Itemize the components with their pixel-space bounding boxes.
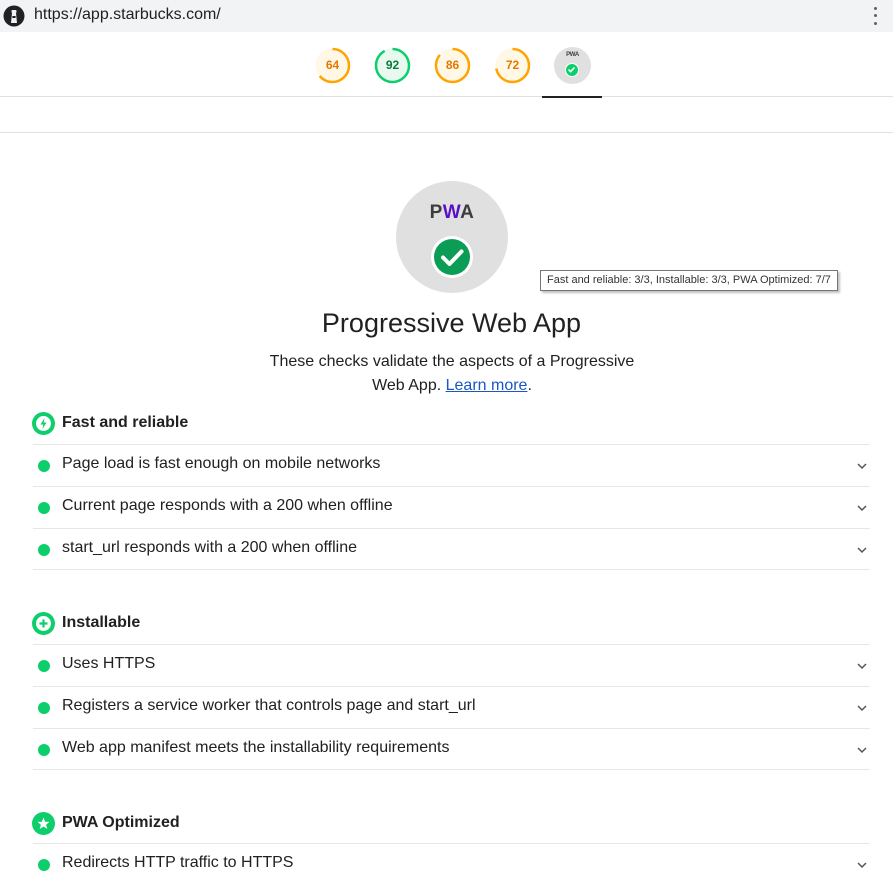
audit-row[interactable]: Current page responds with a 200 when of… — [33, 486, 870, 528]
kebab-menu-icon[interactable] — [871, 5, 879, 27]
group-fast-and-reliable: Fast and reliable — [32, 411, 188, 435]
audit-label: Uses HTTPS — [62, 655, 156, 672]
pass-indicator — [38, 744, 50, 756]
category-description: These checks validate the aspects of a P… — [262, 350, 642, 398]
chevron-down-icon[interactable] — [856, 544, 868, 556]
chevron-down-icon[interactable] — [856, 859, 868, 871]
pass-indicator — [38, 660, 50, 672]
gauge-score: 92 — [385, 58, 400, 72]
audit-row[interactable]: Registers a service worker that controls… — [33, 686, 870, 728]
audit-row[interactable]: Redirects HTTP traffic to HTTPS — [33, 843, 870, 884]
pass-indicator — [38, 544, 50, 556]
pwa-mini-text: PWA — [566, 52, 579, 58]
pass-indicator — [38, 502, 50, 514]
group-installable: Installable — [32, 611, 140, 635]
chevron-down-icon[interactable] — [856, 702, 868, 714]
plus-icon — [32, 611, 55, 635]
audit-row[interactable]: Web app manifest meets the installabilit… — [33, 728, 870, 770]
pwa-badge: PWA — [396, 181, 508, 293]
star-icon — [32, 811, 55, 835]
audit-row[interactable]: Uses HTTPS — [33, 644, 870, 686]
audit-label: Web app manifest meets the installabilit… — [62, 739, 450, 756]
group-title: Fast and reliable — [62, 414, 189, 431]
best-practices-gauge[interactable]: 86 — [434, 47, 471, 84]
selected-tab-indicator — [542, 96, 602, 98]
audit-label: start_url responds with a 200 when offli… — [62, 539, 357, 556]
chevron-down-icon[interactable] — [856, 660, 868, 672]
seo-gauge[interactable]: 72 — [494, 47, 531, 84]
audit-label: Redirects HTTP traffic to HTTPS — [62, 854, 294, 871]
group-pwa-optimized: PWA Optimized — [32, 811, 180, 835]
chevron-down-icon[interactable] — [856, 502, 868, 514]
gauge-score: 72 — [505, 58, 520, 72]
pwa-gauge[interactable]: PWA — [554, 47, 591, 84]
url-bar: https://app.starbucks.com/ — [0, 0, 893, 32]
check-circle-icon — [565, 63, 579, 77]
divider — [0, 132, 893, 133]
lightning-bolt-icon — [32, 411, 55, 435]
url-text[interactable]: https://app.starbucks.com/ — [34, 6, 221, 24]
period-text: . — [527, 377, 532, 394]
audit-label: Registers a service worker that controls… — [62, 697, 476, 714]
audit-label: Current page responds with a 200 when of… — [62, 497, 393, 514]
score-gauge-bar: 64 92 86 72 PWA — [0, 32, 893, 98]
pwa-tooltip: Fast and reliable: 3/3, Installable: 3/3… — [540, 270, 838, 291]
audit-row[interactable]: Page load is fast enough on mobile netwo… — [33, 444, 870, 486]
gauge-score: 86 — [445, 58, 460, 72]
category-title: Progressive Web App — [321, 308, 582, 338]
learn-more-link[interactable]: Learn more — [446, 377, 528, 394]
pass-indicator — [38, 702, 50, 714]
chevron-down-icon[interactable] — [856, 460, 868, 472]
pass-indicator — [38, 460, 50, 472]
pass-indicator — [38, 859, 50, 871]
gauge-score: 64 — [325, 58, 340, 72]
group-title: PWA Optimized — [62, 814, 180, 831]
performance-gauge[interactable]: 64 — [314, 47, 351, 84]
group-title: Installable — [62, 614, 141, 631]
check-circle-icon — [431, 236, 473, 278]
audit-label: Page load is fast enough on mobile netwo… — [62, 455, 381, 472]
lighthouse-icon[interactable] — [3, 5, 25, 27]
chevron-down-icon[interactable] — [856, 744, 868, 756]
audit-row[interactable]: start_url responds with a 200 when offli… — [33, 528, 870, 570]
accessibility-gauge[interactable]: 92 — [374, 47, 411, 84]
pwa-logo-text: PWA — [429, 202, 475, 223]
